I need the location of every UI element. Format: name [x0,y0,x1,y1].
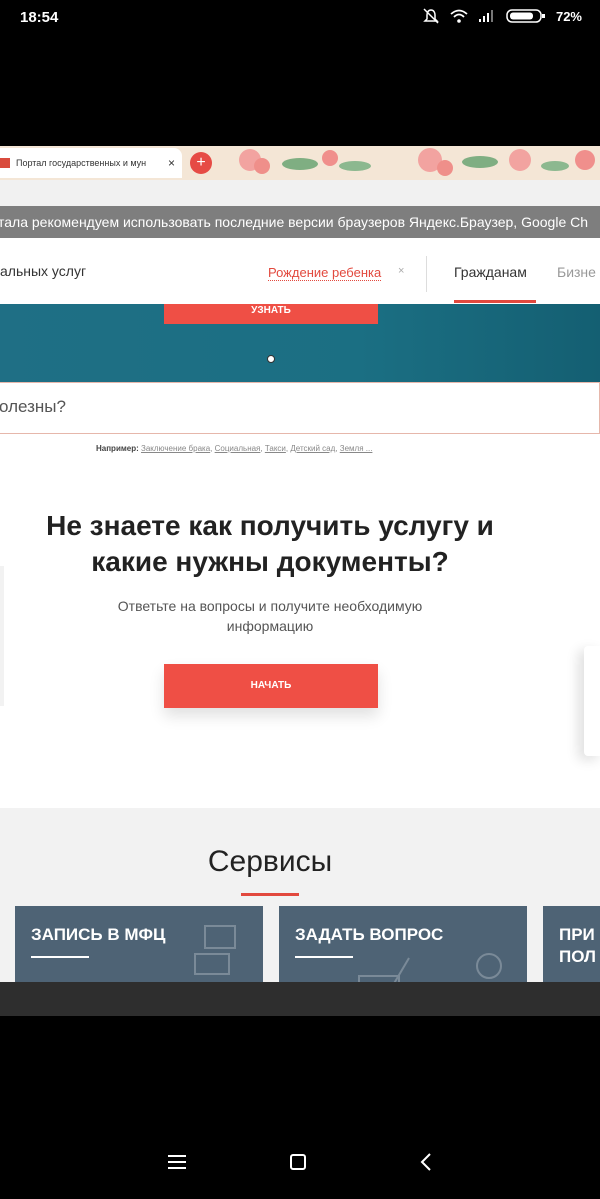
notice-text: тала рекомендуем использовать последние … [0,214,589,230]
headline-line: Не знаете как получить услугу и [46,510,494,541]
carousel-dot[interactable] [267,355,275,363]
tab-citizens[interactable]: Гражданам [454,264,527,280]
services-title: Сервисы [207,845,333,878]
system-navigation-bar [0,1130,600,1199]
status-time: 18:54 [20,9,59,26]
tab-strip: Портал государственных и мун × + [0,146,600,180]
tab-business[interactable]: Бизне [557,264,596,280]
battery-percent: 72% [555,8,582,24]
search-input[interactable]: олезны? [0,382,600,434]
card-underline [31,956,89,958]
search-placeholder: олезны? [0,397,66,416]
start-button[interactable]: НАЧАТЬ [164,664,378,708]
services-title-underline [241,893,299,896]
site-favicon-icon [0,158,10,168]
example-link[interactable]: Социальная [215,444,261,453]
tab-close-button[interactable]: × [168,156,175,170]
menu-icon[interactable] [168,1155,186,1169]
life-event-link[interactable]: Рождение ребенка [268,265,382,281]
search-examples: Например: Заключение брака, Социальная, … [96,444,373,453]
battery-icon [506,9,545,23]
nav-services-link[interactable]: альных услуг [0,263,86,279]
service-card-title: ПРИ ПОЛ [559,924,596,968]
next-card-edge [584,646,600,756]
signal-icon [478,10,493,22]
active-tab-indicator [454,300,536,303]
card-title-line: ПОЛ [559,947,596,966]
site-navbar: альных услуг Рождение ребенка × Граждана… [0,238,600,304]
promo-subtext: Ответьте на вопросы и получите необходим… [60,596,480,636]
life-event-close-icon[interactable]: × [398,265,404,277]
tab-title: Портал государственных и мун [16,158,147,168]
hero-banner: УЗНАТЬ [0,304,600,382]
browser-screen: Портал государственных и мун × + тала ре… [0,146,600,1016]
browser-tab[interactable]: Портал государственных и мун × [0,148,182,178]
home-icon[interactable] [290,1154,306,1170]
browser-bottom-bar [0,982,600,1016]
subtext-line: Ответьте на вопросы и получите необходим… [117,598,423,614]
example-link[interactable]: Детский сад [290,444,335,453]
service-card-title: ЗАДАТЬ ВОПРОС [295,925,444,944]
service-card-title: ЗАПИСЬ В МФЦ [31,925,166,944]
status-icons: 72% [422,8,582,24]
examples-prefix: Например: [96,444,139,453]
back-icon[interactable] [418,1153,436,1171]
nav-divider [426,256,427,292]
card-underline [295,956,353,958]
status-bar: 18:54 72% [0,0,600,38]
learn-more-button[interactable]: УЗНАТЬ [164,304,378,324]
browser-notice-banner: тала рекомендуем использовать последние … [0,206,600,238]
mute-icon [423,8,439,24]
promo-headline: Не знаете как получить услугу и какие ну… [0,508,540,580]
headline-line: какие нужны документы? [91,546,449,577]
new-tab-button[interactable]: + [190,152,212,174]
wifi-icon [450,9,468,23]
carousel-edge [0,566,4,706]
subtext-line: информацию [226,618,314,634]
card-title-line: ПРИ [559,925,595,944]
example-link[interactable]: Такси [265,444,286,453]
example-link[interactable]: Заключение брака [141,444,210,453]
example-link[interactable]: Земля ... [340,444,373,453]
